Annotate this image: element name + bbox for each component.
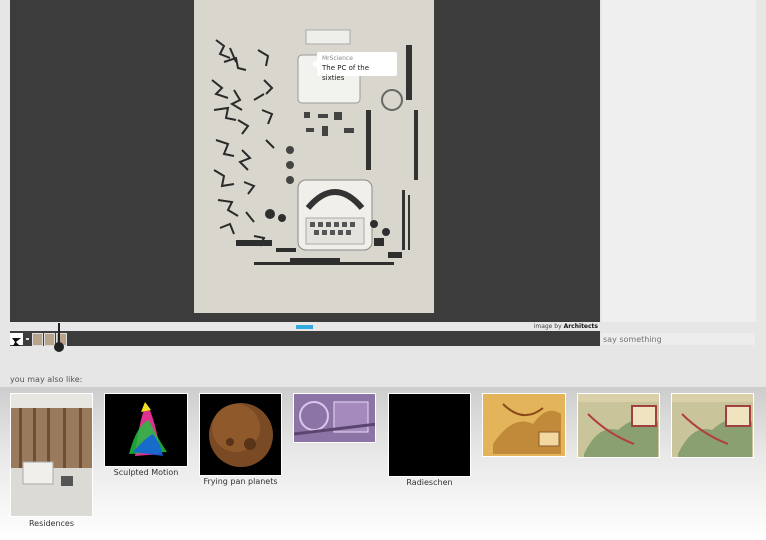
thumb-map-1[interactable] xyxy=(577,393,660,458)
image-viewer xyxy=(10,0,600,322)
logo-icon[interactable] xyxy=(10,333,23,346)
credit-prefix: image by xyxy=(533,323,562,330)
tooltip-username: MrScience xyxy=(322,55,353,62)
caption-sculpted-motion[interactable]: Sculpted Motion xyxy=(104,468,188,477)
caption-radieschen[interactable]: Radieschen xyxy=(388,478,471,487)
comment-input[interactable] xyxy=(601,333,755,345)
thumb-sculpted-motion[interactable] xyxy=(104,393,188,467)
timeline-thumb[interactable] xyxy=(296,325,313,329)
caption-frying-pan-planets[interactable]: Frying pan planets xyxy=(199,477,282,486)
thumb-residences[interactable] xyxy=(10,393,93,517)
timeline-bar[interactable]: image by Architects xyxy=(10,322,600,331)
dropdown-arrow-icon[interactable] xyxy=(26,338,29,340)
also-like-label: you may also like: xyxy=(10,375,83,384)
comment-panel xyxy=(602,0,756,322)
thumb-frying-pan-planets[interactable] xyxy=(199,393,282,476)
thumb-purple-collage[interactable] xyxy=(293,393,376,443)
tag-tooltip[interactable]: MrScience The PC of the sixties xyxy=(312,52,397,82)
pin-marker-icon[interactable] xyxy=(53,323,65,353)
credit-author-link[interactable]: Architects xyxy=(564,323,598,330)
tag-strip xyxy=(10,331,600,346)
thumb-old-map[interactable] xyxy=(482,393,566,457)
thumb-radieschen[interactable] xyxy=(388,393,471,477)
image-credit: image by Architects xyxy=(534,323,598,331)
avatar[interactable] xyxy=(32,333,43,346)
caption-residences[interactable]: Residences xyxy=(10,519,93,528)
thumb-map-2[interactable] xyxy=(671,393,754,458)
main-image-typewriter-parts[interactable] xyxy=(194,0,434,313)
tooltip-text: The PC of the sixties xyxy=(322,64,370,82)
